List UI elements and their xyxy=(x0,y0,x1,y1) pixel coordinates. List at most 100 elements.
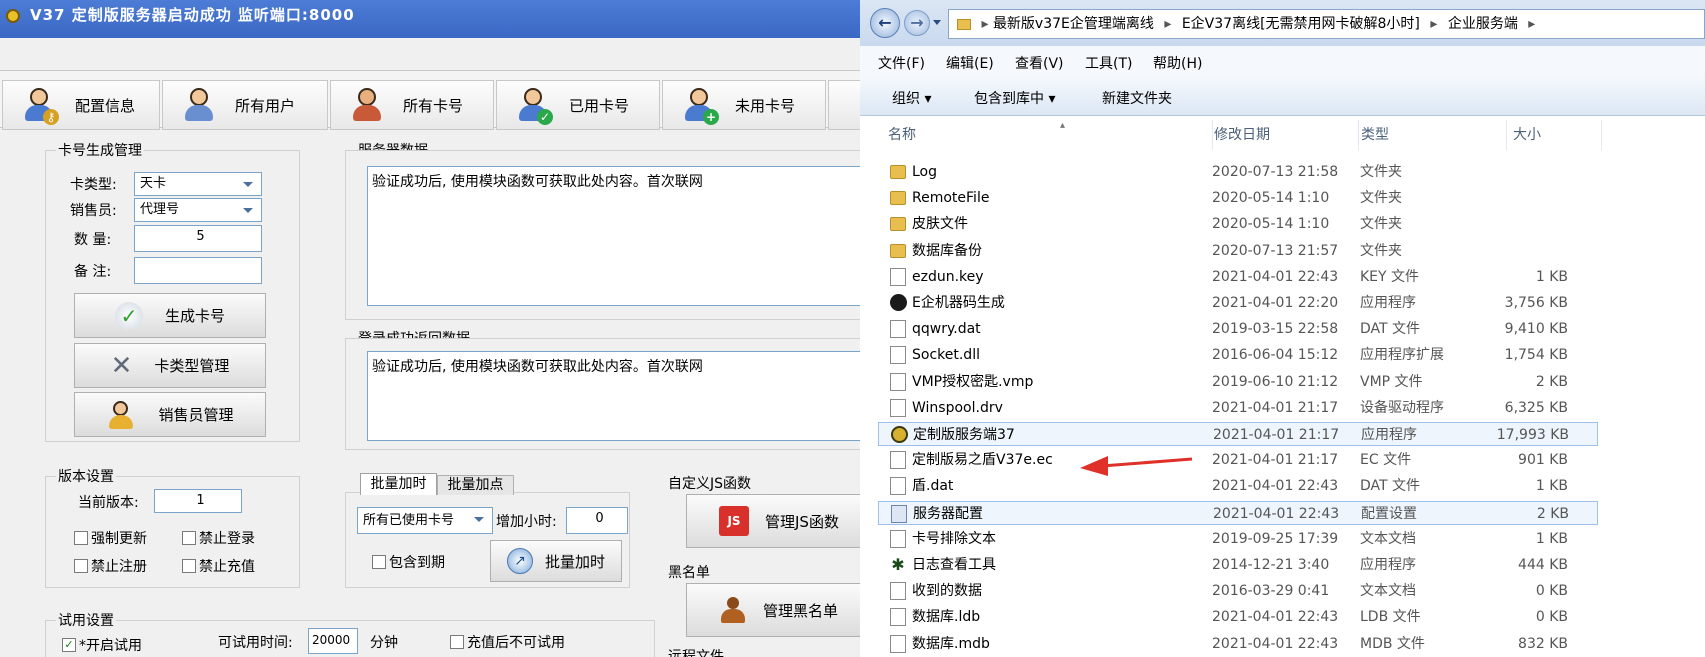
menu-view[interactable]: 查看(V) xyxy=(1015,53,1064,73)
file-row[interactable]: 定制版易之盾V37e.ec 2021-04-01 21:17 EC 文件 901 KB xyxy=(878,448,1598,472)
tab-batch-hours[interactable]: 批量加时 xyxy=(360,473,437,495)
column-date[interactable]: 修改日期 xyxy=(1212,120,1357,150)
file-name: Log xyxy=(912,164,938,180)
menu-file[interactable]: 文件(F) xyxy=(878,53,925,73)
seller-select[interactable]: 代理号 xyxy=(134,198,262,222)
file-row[interactable]: 收到的数据 2016-03-29 0:41 文本文档 0 KB xyxy=(878,579,1598,603)
folder-icon xyxy=(890,191,906,206)
no-trial-after-recharge-checkbox[interactable]: 充值后不可试用 xyxy=(450,632,565,652)
back-arrow-icon[interactable]: ← xyxy=(870,8,900,38)
file-date: 2021-04-01 22:43 xyxy=(1213,505,1340,522)
batch-add-button[interactable]: ↗ 批量加时 xyxy=(490,540,622,582)
no-login-label: 禁止登录 xyxy=(199,531,255,547)
note-input[interactable] xyxy=(134,257,262,284)
qty-input[interactable]: 5 xyxy=(134,225,262,252)
breadcrumb-item[interactable]: E企V37离线[无需禁用网卡破解8小时] xyxy=(1182,16,1420,32)
file-row[interactable]: 数据库.ldb 2021-04-01 22:43 LDB 文件 0 KB xyxy=(878,605,1598,629)
file-row[interactable]: ezdun.key 2021-04-01 22:43 KEY 文件 1 KB xyxy=(878,265,1598,289)
toolbar-all-users-button[interactable]: 所有用户 xyxy=(162,80,328,130)
login-data-textarea[interactable]: 验证成功后, 使用模块函数可获取此处内容。首次联网 xyxy=(367,351,860,441)
toolbar-unused-cards-button[interactable]: + 未用卡号 xyxy=(662,80,826,130)
no-login-checkbox[interactable]: 禁止登录 xyxy=(182,528,255,548)
file-row[interactable]: ✱ 日志查看工具 2014-12-21 3:40 应用程序 444 KB xyxy=(878,553,1598,577)
no-register-checkbox[interactable]: 禁止注册 xyxy=(74,556,147,576)
manage-js-button[interactable]: JS 管理JS函数 xyxy=(686,494,860,548)
file-name: 定制版服务端37 xyxy=(913,427,1015,443)
column-type[interactable]: 类型 xyxy=(1358,120,1505,150)
file-date: 2021-04-01 21:17 xyxy=(1213,427,1340,443)
file-row[interactable]: 皮肤文件 2020-05-14 1:10 文件夹 xyxy=(878,212,1598,236)
file-row[interactable]: qqwry.dat 2019-03-15 22:58 DAT 文件 9,410 KB xyxy=(878,317,1598,341)
file-row[interactable]: Winspool.drv 2021-04-01 21:17 设备驱动程序 6,325 … xyxy=(878,396,1598,420)
file-row[interactable]: RemoteFile 2020-05-14 1:10 文件夹 xyxy=(878,186,1598,210)
file-size: 1 KB xyxy=(1535,268,1568,285)
file-type: 应用程序 xyxy=(1360,557,1416,573)
menu-edit[interactable]: 编辑(E) xyxy=(946,53,994,73)
current-version-input[interactable]: 1 xyxy=(154,489,242,513)
file-size: 1,754 KB xyxy=(1504,347,1568,364)
menu-help[interactable]: 帮助(H) xyxy=(1153,53,1202,73)
breadcrumb-item[interactable]: 最新版v37E企管理端离线 xyxy=(993,16,1154,32)
breadcrumb-item[interactable]: 企业服务端 xyxy=(1448,16,1518,32)
batch-scope-value: 所有已使用卡号 xyxy=(363,513,455,528)
file-size: 1 KB xyxy=(1535,530,1568,547)
force-update-checkbox[interactable]: 强制更新 xyxy=(74,528,147,548)
file-date: 2016-06-04 15:12 xyxy=(1212,347,1339,364)
file-date: 2021-04-01 21:17 xyxy=(1212,399,1339,416)
chart-icon: ↗ xyxy=(506,548,533,574)
qty-label: 数 量: xyxy=(74,232,112,248)
file-row[interactable]: 定制版服务端37 2021-04-01 21:17 应用程序 17,993 KB xyxy=(878,422,1598,446)
card-type-manage-button[interactable]: ✕ 卡类型管理 xyxy=(74,343,266,388)
file-row[interactable]: 数据库.mdb 2021-04-01 22:43 MDB 文件 832 KB xyxy=(878,632,1598,656)
enable-trial-checkbox[interactable]: ✓ *开启试用 xyxy=(62,635,142,655)
toolbar-overflow-button[interactable] xyxy=(828,80,860,130)
manage-blacklist-label: 管理黑名单 xyxy=(763,601,839,620)
organize-button[interactable]: 组织 ▾ xyxy=(892,88,931,108)
force-update-label: 强制更新 xyxy=(91,531,147,547)
card-type-select[interactable]: 天卡 xyxy=(134,172,262,196)
file-size: 3,756 KB xyxy=(1504,295,1568,311)
breadcrumb[interactable]: ▸ 最新版v37E企管理端离线 ▸ E企V37离线[无需禁用网卡破解8小时] ▸… xyxy=(948,9,1705,39)
file-size: 9,410 KB xyxy=(1504,321,1568,338)
toolbar-all-cards-button[interactable]: 所有卡号 xyxy=(330,80,494,130)
file-row[interactable]: 数据库备份 2020-07-13 21:57 文件夹 xyxy=(878,239,1598,263)
history-dropdown-icon[interactable] xyxy=(933,20,941,25)
user-key-icon: ⚷ xyxy=(21,87,59,125)
file-row[interactable]: 服务器配置 2021-04-01 22:43 配置设置 2 KB xyxy=(878,500,1598,525)
file-icon xyxy=(890,634,906,653)
column-name[interactable]: 名称 xyxy=(888,120,1208,150)
app-logo-icon xyxy=(6,8,20,23)
folder-icon xyxy=(890,243,906,258)
file-row[interactable]: Log 2020-07-13 21:58 文件夹 xyxy=(878,160,1598,184)
toolbar-config-button[interactable]: ⚷ 配置信息 xyxy=(2,80,160,130)
file-name: 数据库备份 xyxy=(912,242,982,259)
manage-blacklist-button[interactable]: 管理黑名单 xyxy=(686,583,860,637)
app-icon xyxy=(890,294,907,311)
file-type: DAT 文件 xyxy=(1360,478,1421,495)
file-row[interactable]: E企机器码生成 2021-04-01 22:20 应用程序 3,756 KB xyxy=(878,291,1598,315)
file-row[interactable]: 卡号排除文本 2019-09-25 17:39 文本文档 1 KB xyxy=(878,527,1598,551)
trial-time-input[interactable]: 20000 xyxy=(308,628,358,654)
file-row[interactable]: Socket.dll 2016-06-04 15:12 应用程序扩展 1,754 KB xyxy=(878,343,1598,367)
generate-cards-button[interactable]: ✓ 生成卡号 xyxy=(74,293,266,338)
tab-batch-points[interactable]: 批量加点 xyxy=(437,475,514,495)
include-expired-checkbox[interactable]: 包含到期 xyxy=(372,552,445,572)
seller-manage-button[interactable]: 销售员管理 xyxy=(74,392,266,437)
no-recharge-checkbox[interactable]: 禁止充值 xyxy=(182,556,255,576)
file-row[interactable]: VMP授权密匙.vmp 2019-06-10 21:12 VMP 文件 2 KB xyxy=(878,370,1598,394)
breadcrumb-separator-icon: ▸ xyxy=(981,16,989,32)
new-folder-button[interactable]: 新建文件夹 xyxy=(1102,88,1172,108)
card-type-manage-label: 卡类型管理 xyxy=(154,357,230,375)
forward-arrow-icon[interactable]: → xyxy=(904,10,930,36)
server-data-textarea[interactable]: 验证成功后, 使用模块函数可获取此处内容。首次联网 xyxy=(367,166,860,306)
include-in-library-button[interactable]: 包含到库中 ▾ xyxy=(974,88,1055,108)
file-type: 应用程序 xyxy=(1360,295,1416,311)
file-row[interactable]: 盾.dat 2021-04-01 22:43 DAT 文件 1 KB xyxy=(878,474,1598,498)
toolbar-used-cards-button[interactable]: ✓ 已用卡号 xyxy=(496,80,660,130)
batch-scope-select[interactable]: 所有已使用卡号 xyxy=(357,507,493,534)
menu-tools[interactable]: 工具(T) xyxy=(1085,53,1132,73)
card-type-value: 天卡 xyxy=(140,176,167,191)
file-date: 2021-04-01 22:43 xyxy=(1212,268,1339,285)
column-size[interactable]: 大小 xyxy=(1506,120,1602,150)
add-hours-input[interactable]: 0 xyxy=(566,507,628,534)
